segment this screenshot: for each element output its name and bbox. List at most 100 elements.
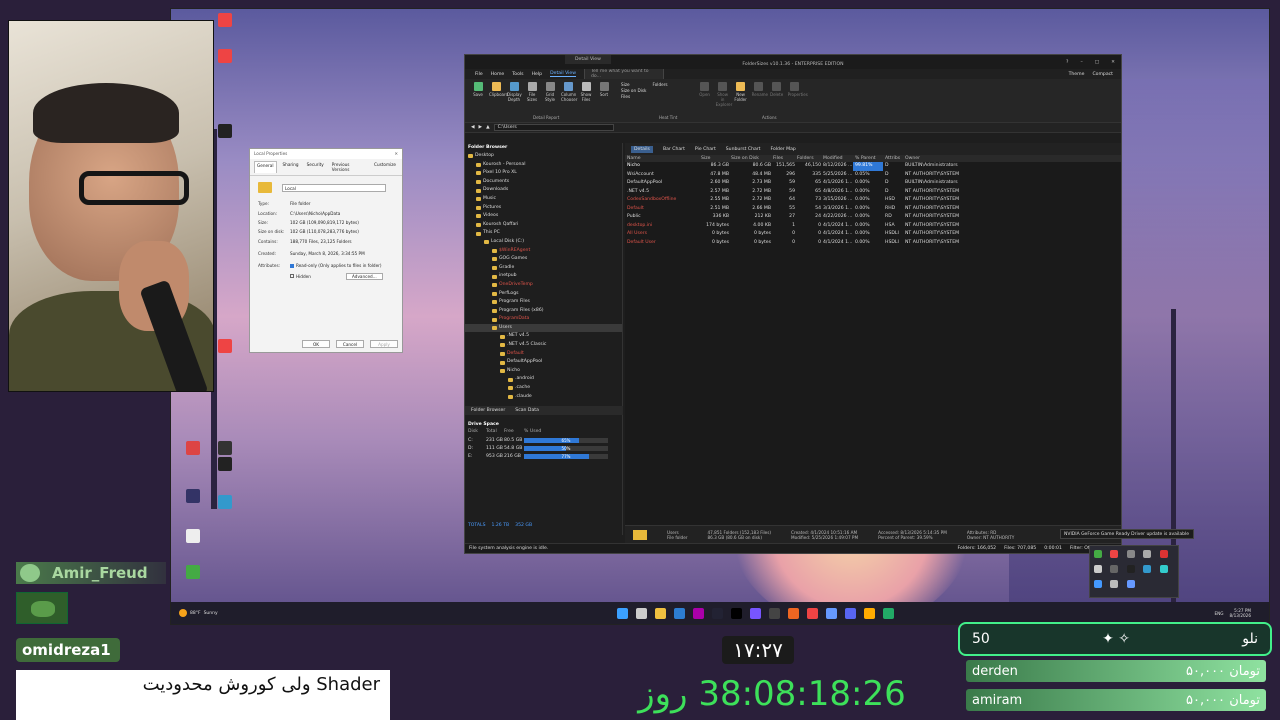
tree-item[interactable]: DefaultAppPool <box>465 358 622 367</box>
close-icon[interactable]: ✕ <box>394 151 398 157</box>
file-explorer-icon[interactable] <box>655 607 666 619</box>
drive-row[interactable]: E: 953 GB 216 GB 77% <box>465 452 623 460</box>
menu-home[interactable]: Home <box>491 72 505 77</box>
sort-button[interactable]: Sort <box>597 82 611 97</box>
tab-previous-versions[interactable]: Previous Versions <box>330 161 368 173</box>
column-header[interactable]: Attribs <box>883 155 903 162</box>
tray-icon[interactable] <box>1159 565 1168 573</box>
up-icon[interactable]: ▲ <box>486 125 490 130</box>
tab-sunburst-chart[interactable]: Sunburst Chart <box>726 147 761 152</box>
tree-item[interactable]: Gradle <box>465 264 622 273</box>
column-header[interactable]: Modified <box>821 155 853 162</box>
tree-item[interactable]: Music <box>465 195 622 204</box>
close-icon[interactable]: ✕ <box>1111 60 1115 65</box>
desktop-icon[interactable] <box>205 457 245 473</box>
maximize-icon[interactable]: □ <box>1095 60 1099 65</box>
back-icon[interactable]: ◀ <box>471 125 475 130</box>
tree-item[interactable]: GOG Games <box>465 255 622 264</box>
menu-help[interactable]: Help <box>532 72 542 77</box>
display-depth-button[interactable]: Display Depth <box>507 82 522 102</box>
show-in-explorer-button[interactable]: Show in Explorer <box>716 82 732 107</box>
files-check[interactable]: Files <box>621 94 646 99</box>
apply-button[interactable]: Apply <box>370 340 398 348</box>
cancel-button[interactable]: Cancel <box>336 340 364 348</box>
grid-style-button[interactable]: Grid Style <box>543 82 557 102</box>
tree-item[interactable]: Pixel 10 Pro XL <box>465 169 622 178</box>
tray-icon[interactable] <box>1094 580 1102 588</box>
advanced-button[interactable]: Advanced... <box>346 272 383 280</box>
rename-button[interactable]: Rename <box>752 82 768 97</box>
tab-general[interactable]: General <box>254 161 277 173</box>
column-header[interactable]: Folders <box>795 155 821 162</box>
table-row[interactable]: WsiAccount 47.8 MB 48.4 MB 296 335 5/25/2026 … <box>625 171 1121 180</box>
delete-button[interactable]: Delete <box>770 82 784 97</box>
column-header[interactable]: Files <box>771 155 795 162</box>
open-button[interactable]: Open <box>698 82 712 97</box>
column-header[interactable]: Owner <box>903 155 973 162</box>
desktop-icon[interactable] <box>173 565 213 581</box>
tab-folder-map[interactable]: Folder Map <box>770 147 795 152</box>
size-on-disk-check[interactable]: Size on Disk <box>621 88 646 93</box>
tree-item[interactable]: Downloads <box>465 186 622 195</box>
hidden-checkbox[interactable]: Hidden <box>290 273 340 280</box>
folder-name-input[interactable]: Local <box>282 183 386 192</box>
tab-scan-data[interactable]: Scan Data <box>515 406 539 415</box>
filter-status[interactable]: Filter: Off <box>1070 546 1091 551</box>
table-row[interactable]: desktop.ini 174 bytes 4.00 KB 1 0 4/1/2024 1.… <box>625 222 1121 231</box>
windows-start-icon[interactable] <box>617 607 628 619</box>
tree-item[interactable]: $WinREAgent <box>465 247 622 256</box>
tray-icon[interactable] <box>1159 550 1168 558</box>
menu-detail-view[interactable]: Detail View <box>550 71 576 77</box>
theme-button[interactable]: Theme <box>1069 72 1085 77</box>
tab-customize[interactable]: Customize <box>372 161 398 173</box>
tray-icon[interactable] <box>1126 565 1135 573</box>
tree-item[interactable]: .android <box>465 375 622 384</box>
size-check[interactable]: Size <box>621 82 646 87</box>
tree-item[interactable]: PerfLogs <box>465 290 622 299</box>
table-row[interactable]: Public 336 KB 212 KB 27 24 4/22/2026 ... 0.00%… <box>625 213 1121 222</box>
tree-item[interactable]: Kourosh Qaffari <box>465 221 622 230</box>
table-row[interactable]: DefaultAppPool 2.60 MB 2.73 MB 59 65 4/1/2026… <box>625 179 1121 188</box>
tree-item[interactable]: Program Files <box>465 298 622 307</box>
tree-item[interactable]: Pictures <box>465 204 622 213</box>
tree-item[interactable]: Kourosh - Personal <box>465 161 622 170</box>
menu-file[interactable]: File <box>475 72 483 77</box>
tab-sharing[interactable]: Sharing <box>281 161 301 173</box>
tab-details[interactable]: Details <box>631 145 653 153</box>
brave-icon[interactable] <box>807 607 818 619</box>
drive-row[interactable]: C: 231 GB 80.5 GB 65% <box>465 436 623 444</box>
compact-button[interactable]: Compact <box>1092 72 1113 77</box>
store-icon[interactable] <box>674 607 685 619</box>
tree-item[interactable]: Local Disk (C:) <box>465 238 622 247</box>
tray-icon[interactable] <box>1110 580 1119 588</box>
address-input[interactable]: C:\Users <box>493 124 614 131</box>
tree-item[interactable]: OneDriveTemp <box>465 281 622 290</box>
x-icon[interactable] <box>731 607 742 619</box>
table-row[interactable]: Default User 0 bytes 0 bytes 0 0 4/1/2024 1..… <box>625 239 1121 248</box>
clipboard-button[interactable]: Clipboard <box>489 82 508 97</box>
app-icon[interactable] <box>693 607 704 619</box>
tab-bar-chart[interactable]: Bar Chart <box>663 147 685 152</box>
tree-item[interactable]: .NET v4.5 Classic <box>465 341 622 350</box>
column-header[interactable]: Name <box>625 155 699 162</box>
folders-check[interactable]: Folders <box>652 82 667 87</box>
table-row[interactable]: Default 2.51 MB 2.66 MB 55 54 3/3/2026 1... 0.… <box>625 205 1121 214</box>
ok-button[interactable]: OK <box>302 340 330 348</box>
table-row[interactable]: .NET v4.5 2.57 MB 2.72 MB 59 65 4/8/2026 1...… <box>625 188 1121 197</box>
tab-security[interactable]: Security <box>305 161 326 173</box>
readonly-checkbox[interactable]: Read-only (Only applies to files in fold… <box>290 263 382 268</box>
tree-item[interactable]: Default <box>465 350 622 359</box>
tab-pie-chart[interactable]: Pie Chart <box>695 147 716 152</box>
foldersizes-icon[interactable] <box>864 607 875 619</box>
app-icon[interactable] <box>883 607 894 619</box>
terminal-icon[interactable] <box>712 607 723 619</box>
tray-icon[interactable] <box>1143 565 1152 573</box>
desktop-icon[interactable] <box>205 495 245 511</box>
tray-icon[interactable] <box>1094 565 1102 573</box>
clock[interactable]: 5:27 PM 8/13/2026 <box>1230 608 1251 618</box>
search-icon[interactable] <box>636 607 647 619</box>
tree-item[interactable]: .claude <box>465 393 622 402</box>
column-header[interactable]: Size on Disk <box>729 155 771 162</box>
properties-button[interactable]: Properties <box>788 82 808 97</box>
tree-item[interactable]: Nicho <box>465 367 622 376</box>
